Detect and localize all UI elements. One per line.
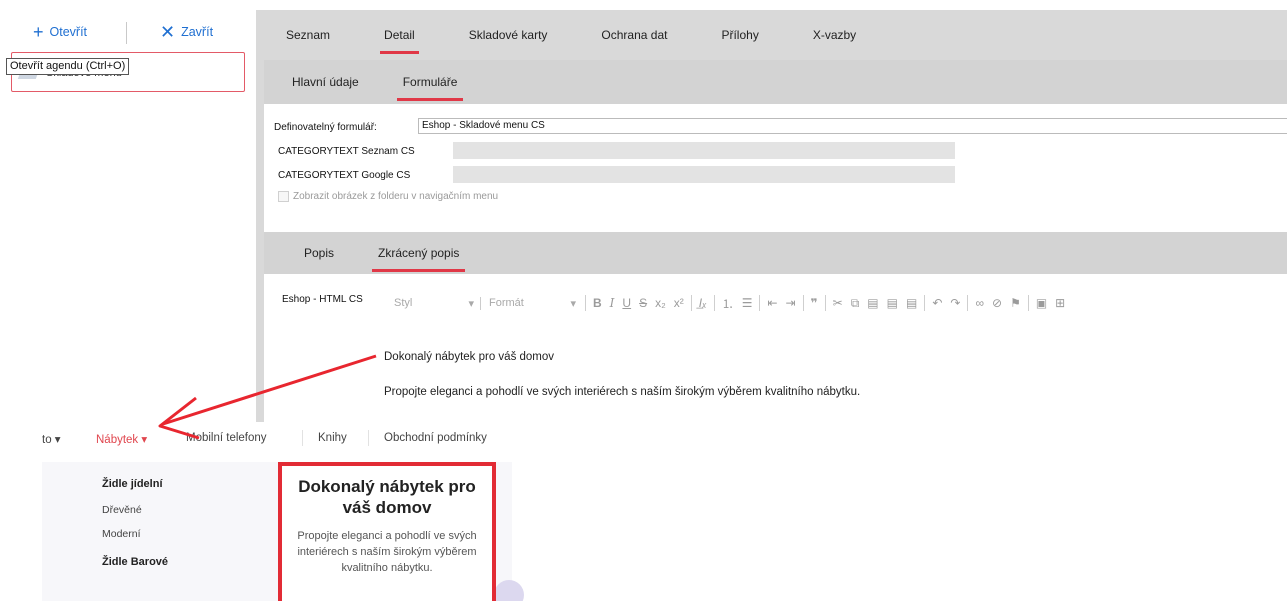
formular-select[interactable]: Eshop - Skladové menu CS: [418, 118, 1287, 134]
tab-skladove-karty[interactable]: Skladové karty: [467, 24, 550, 46]
site-navigation: to ▾ Nábytek ▾ Mobilní telefony Knihy Ob…: [0, 424, 520, 454]
chevron-down-icon: ▾: [54, 434, 61, 446]
open-agenda-tooltip: Otevřít agendu (Ctrl+O): [6, 58, 130, 75]
blockquote-icon[interactable]: ❞: [811, 296, 818, 310]
paste-word-icon[interactable]: ▤: [906, 296, 917, 310]
category-promo-box: Dokonalý nábytek pro váš domov Propojte …: [278, 462, 496, 601]
toolbar-separator: [802, 295, 804, 311]
menu-item-moderni[interactable]: Moderní: [102, 528, 141, 540]
tab-hlavni-udaje[interactable]: Hlavní údaje: [290, 71, 361, 93]
menu-item-zidle-barove[interactable]: Židle Barové: [102, 556, 168, 568]
nav-separator: [302, 430, 303, 446]
toolbar-separator: [924, 295, 926, 311]
link-icon[interactable]: ∞: [975, 296, 984, 310]
nav-separator: [368, 430, 369, 446]
menu-item-zidle-jidelni[interactable]: Židle jídelní: [102, 478, 163, 490]
show-image-checkbox-label: Zobrazit obrázek z folderu v navigačním …: [293, 191, 499, 202]
toolbar-separator: [967, 295, 969, 311]
promo-title: Dokonalý nábytek pro váš domov: [298, 477, 476, 517]
toolbar-separator: [126, 22, 127, 44]
anchor-flag-icon[interactable]: ⚑: [1010, 296, 1021, 310]
categorytext-seznam-input[interactable]: [453, 142, 955, 159]
unlink-icon[interactable]: ⊘: [992, 296, 1002, 310]
show-image-checkbox-row[interactable]: Zobrazit obrázek z folderu v navigačním …: [278, 191, 498, 202]
nav-item-label: to: [42, 434, 52, 446]
italic-icon[interactable]: I: [610, 296, 615, 310]
agenda-detail-panel: Seznam Detail Skladové karty Ochrana dat…: [256, 10, 1287, 422]
cut-icon[interactable]: ✂: [833, 296, 843, 310]
undo-icon[interactable]: ↶: [932, 296, 942, 310]
categorytext-seznam-label: CATEGORYTEXT Seznam CS: [278, 146, 415, 157]
toolbar-separator: [713, 295, 715, 311]
chevron-down-icon: ▾: [570, 297, 576, 310]
chevron-down-icon: ▾: [468, 297, 474, 310]
tab-seznam[interactable]: Seznam: [284, 24, 332, 46]
format-dropdown-label: Formát: [489, 297, 524, 309]
editor-paragraph-text[interactable]: Propojte eleganci a pohodlí ve svých int…: [384, 386, 860, 398]
close-icon: ✕: [160, 22, 176, 42]
tab-ochrana-dat[interactable]: Ochrana dat: [599, 24, 669, 46]
description-tabs: Popis Zkrácený popis: [264, 232, 1287, 274]
nav-item-label: Nábytek: [96, 434, 139, 446]
toolbar-separator: [1027, 295, 1029, 311]
nav-item-obchodni-podminky[interactable]: Obchodní podmínky: [384, 432, 487, 444]
bulleted-list-icon[interactable]: ☰: [742, 296, 753, 310]
chevron-down-icon: ▾: [141, 434, 148, 446]
plus-icon: +: [33, 22, 44, 42]
image-icon[interactable]: ▣: [1036, 296, 1047, 310]
formular-label: Definovatelný formulář:: [274, 122, 377, 133]
nav-item-knihy[interactable]: Knihy: [318, 432, 347, 444]
toolbar-separator: [585, 295, 586, 311]
nav-item-to[interactable]: to ▾: [42, 432, 61, 446]
toolbar-separator: [690, 295, 692, 311]
promo-text: Propojte eleganci a pohodlí ve svých int…: [297, 530, 477, 574]
numbered-list-icon[interactable]: ⒈: [722, 295, 734, 312]
style-dropdown-label: Styl: [394, 297, 413, 309]
indent-icon[interactable]: ⇥: [786, 296, 796, 310]
strikethrough-icon[interactable]: S: [639, 296, 647, 310]
html-editor-label: Eshop - HTML CS: [282, 294, 363, 305]
menu-item-drevene[interactable]: Dřevěné: [102, 504, 142, 516]
close-agenda-label: Zavřít: [181, 25, 214, 39]
underline-icon[interactable]: U: [622, 296, 631, 310]
sub-tabs: Hlavní údaje Formuláře: [264, 60, 1287, 104]
superscript-icon[interactable]: x²: [674, 296, 684, 310]
detail-content: Hlavní údaje Formuláře Definovatelný for…: [264, 60, 1287, 422]
table-icon[interactable]: ⊞: [1055, 296, 1065, 310]
bold-icon[interactable]: B: [593, 296, 602, 310]
tab-x-vazby[interactable]: X-vazby: [811, 24, 858, 46]
tab-zkraceny-popis[interactable]: Zkrácený popis: [372, 242, 466, 272]
subscript-icon[interactable]: x₂: [655, 296, 666, 310]
editor-toolbar: Styl ▾ Formát ▾ B I U S x₂ x² I̲ₓ ⒈ ☰ ⇤ …: [378, 288, 1287, 318]
paste-text-icon[interactable]: ▤: [887, 296, 898, 310]
remove-format-icon[interactable]: I̲ₓ: [699, 296, 707, 310]
close-agenda-button[interactable]: ✕ Zavřít: [160, 22, 213, 42]
main-tabs: Seznam Detail Skladové karty Ochrana dat…: [256, 10, 1287, 60]
paste-icon[interactable]: ▤: [867, 296, 878, 310]
tab-popis[interactable]: Popis: [302, 242, 336, 264]
show-image-checkbox[interactable]: [278, 191, 289, 202]
tab-detail[interactable]: Detail: [380, 24, 419, 54]
nav-item-nabytek[interactable]: Nábytek ▾: [96, 432, 147, 446]
left-toolbar: + Otevřít ✕ Zavřít: [0, 0, 256, 48]
categorytext-google-label: CATEGORYTEXT Google CS: [278, 170, 411, 181]
open-agenda-label: Otevřít: [49, 25, 88, 39]
decorative-shape: [494, 580, 524, 601]
toolbar-separator: [824, 295, 826, 311]
copy-icon[interactable]: ⧉: [851, 296, 860, 311]
editor-heading-text[interactable]: Dokonalý nábytek pro váš domov: [384, 351, 554, 363]
categorytext-google-input[interactable]: [453, 166, 955, 183]
style-dropdown[interactable]: Styl ▾: [378, 297, 474, 310]
tab-formulare[interactable]: Formuláře: [396, 71, 464, 101]
open-agenda-button[interactable]: + Otevřít: [33, 22, 87, 42]
redo-icon[interactable]: ↷: [950, 296, 960, 310]
toolbar-separator: [759, 295, 761, 311]
format-dropdown[interactable]: Formát ▾: [480, 296, 576, 310]
outdent-icon[interactable]: ⇤: [767, 296, 777, 310]
nav-item-mobilni-telefony[interactable]: Mobilní telefony: [186, 432, 267, 444]
tab-prilohy[interactable]: Přílohy: [719, 24, 760, 46]
